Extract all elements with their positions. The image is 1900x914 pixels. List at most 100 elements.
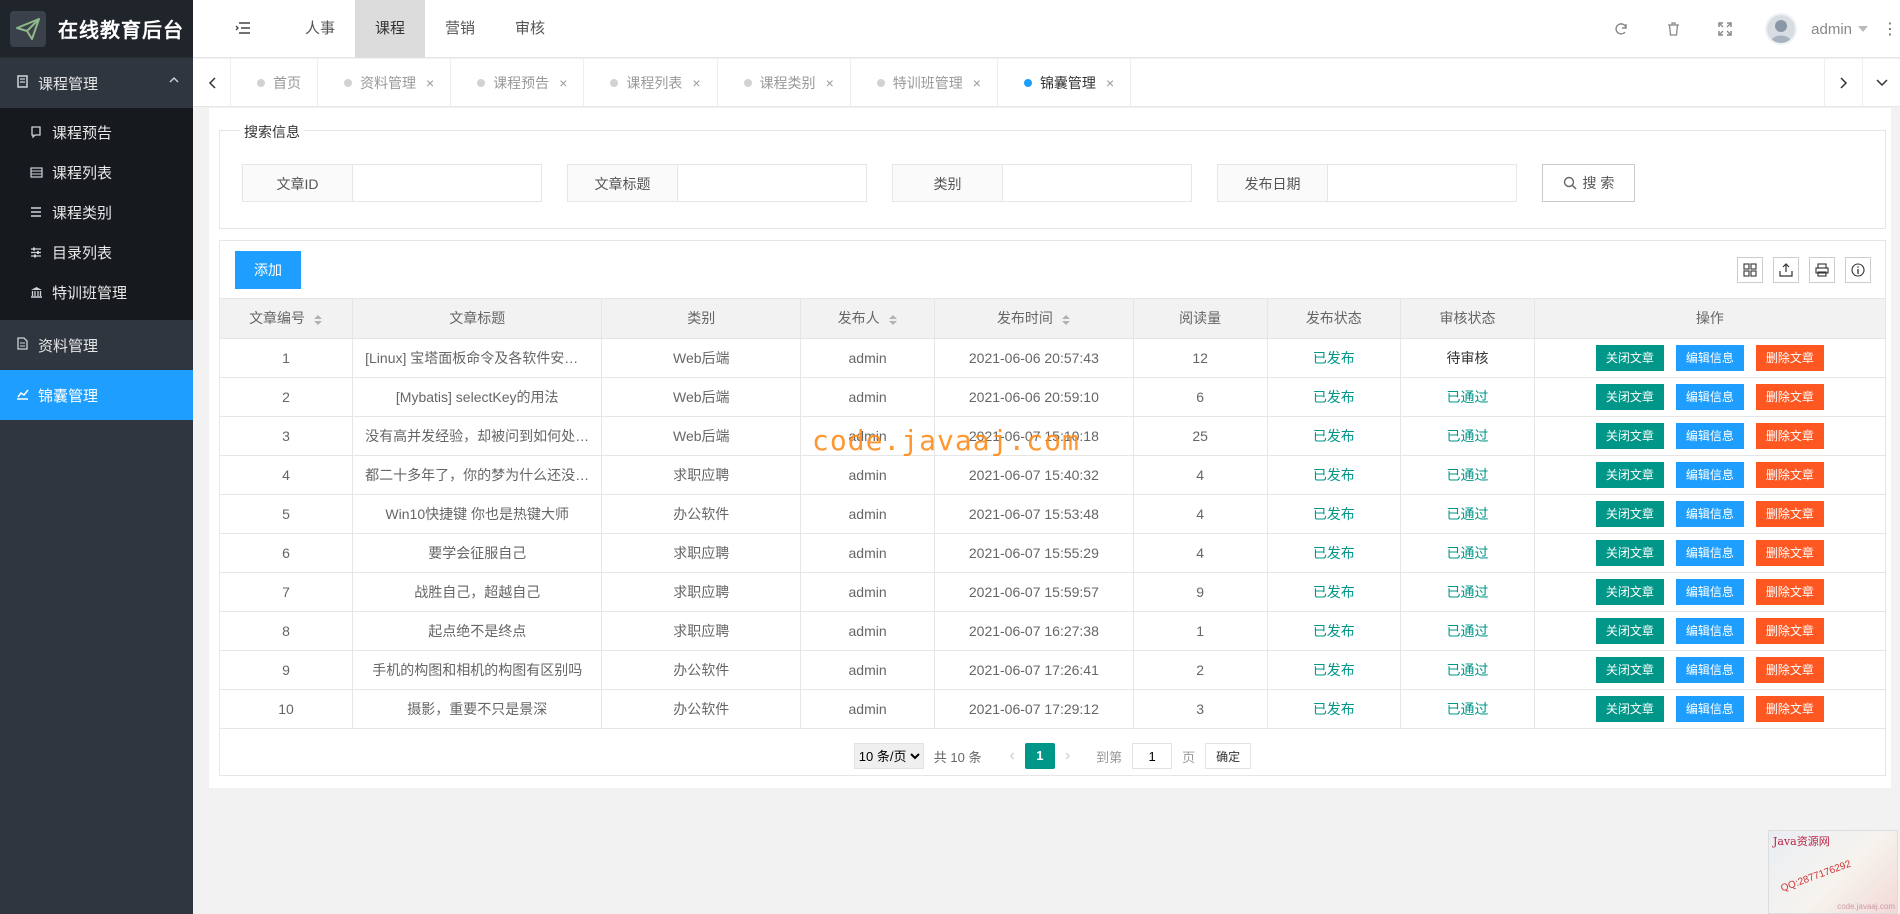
publish-date-input[interactable] <box>1327 164 1517 202</box>
sidebar-group-kit[interactable]: 锦囊管理 <box>0 370 193 420</box>
close-article-button[interactable]: 关闭文章 <box>1595 578 1664 605</box>
th-publisher[interactable]: 发布人 <box>800 299 935 339</box>
close-icon[interactable]: × <box>826 75 834 91</box>
sidebar-group-material[interactable]: 资料管理 <box>0 320 193 370</box>
table-row[interactable]: 2 [Mybatis] selectKey的用法 Web后端 admin 2021-06… <box>220 376 1885 417</box>
edit-info-button[interactable]: 编辑信息 <box>1675 383 1744 410</box>
table-row[interactable]: 8 起点绝不是终点 求职应聘 admin 2021-06-07 16:27:38 1 已发布… <box>220 610 1885 651</box>
search-button[interactable]: 搜 索 <box>1542 164 1635 202</box>
delete-article-button[interactable]: 删除文章 <box>1755 656 1824 683</box>
tabs-scroll-left-icon[interactable] <box>193 59 231 107</box>
close-icon[interactable]: × <box>692 75 700 91</box>
close-article-button[interactable]: 关闭文章 <box>1595 656 1664 683</box>
category-input[interactable] <box>1002 164 1192 202</box>
header-nav-marketing[interactable]: 营销 <box>425 0 495 58</box>
tab-course-list[interactable]: 课程列表 × <box>584 59 718 107</box>
fullscreen-icon[interactable] <box>1699 0 1751 58</box>
tab-kit[interactable]: 锦囊管理 × <box>998 59 1132 107</box>
close-article-button[interactable]: 关闭文章 <box>1595 344 1664 371</box>
refresh-icon[interactable] <box>1595 0 1647 58</box>
prev-page-icon[interactable]: ‹ <box>1009 747 1014 765</box>
table-row[interactable]: 6 要学会征服自己 求职应聘 admin 2021-06-07 15:55:29 4 已发布… <box>220 532 1885 573</box>
sort-icon[interactable] <box>1061 314 1071 326</box>
info-icon[interactable] <box>1845 257 1871 283</box>
article-id-input[interactable] <box>352 164 542 202</box>
goto-confirm-button[interactable]: 确定 <box>1205 743 1252 769</box>
sidebar-item-course-list[interactable]: 课程列表 <box>0 152 193 192</box>
close-icon[interactable]: × <box>426 75 434 91</box>
sidebar-group-course[interactable]: 课程管理 <box>0 58 193 108</box>
edit-info-button[interactable]: 编辑信息 <box>1675 695 1744 722</box>
edit-info-button[interactable]: 编辑信息 <box>1675 500 1744 527</box>
tab-course-preview[interactable]: 课程预告 × <box>451 59 585 107</box>
sidebar-item-training[interactable]: 特训班管理 <box>0 272 193 312</box>
user-name[interactable]: admin <box>1811 21 1852 38</box>
edit-info-button[interactable]: 编辑信息 <box>1675 539 1744 566</box>
close-article-button[interactable]: 关闭文章 <box>1595 461 1664 488</box>
close-icon[interactable]: × <box>559 75 567 91</box>
tabs-scroll-right-icon[interactable] <box>1824 59 1862 107</box>
table-row[interactable]: 5 Win10快捷键 你也是热键大师 办公软件 admin 2021-06-07 15:… <box>220 493 1885 534</box>
edit-info-button[interactable]: 编辑信息 <box>1675 422 1744 449</box>
export-icon[interactable] <box>1773 257 1799 283</box>
close-article-button[interactable]: 关闭文章 <box>1595 500 1664 527</box>
table-row[interactable]: 7 战胜自己，超越自己 求职应聘 admin 2021-06-07 15:59:57 9 已… <box>220 571 1885 612</box>
trash-icon[interactable] <box>1647 0 1699 58</box>
delete-article-button[interactable]: 删除文章 <box>1755 461 1824 488</box>
edit-info-button[interactable]: 编辑信息 <box>1675 461 1744 488</box>
next-page-icon[interactable]: › <box>1065 747 1070 765</box>
close-icon[interactable]: × <box>973 75 981 91</box>
edit-info-button[interactable]: 编辑信息 <box>1675 344 1744 371</box>
th-publish-time[interactable]: 发布时间 <box>933 299 1134 339</box>
close-article-button[interactable]: 关闭文章 <box>1595 383 1664 410</box>
table-row[interactable]: 9 手机的构图和相机的构图有区别吗 办公软件 admin 2021-06-07 17:2… <box>220 649 1885 690</box>
close-article-button[interactable]: 关闭文章 <box>1595 695 1664 722</box>
sort-icon[interactable] <box>888 314 898 326</box>
tab-home[interactable]: 首页 <box>231 59 318 107</box>
delete-article-button[interactable]: 删除文章 <box>1755 344 1824 371</box>
sidebar-item-catalog[interactable]: 目录列表 <box>0 232 193 272</box>
delete-article-button[interactable]: 删除文章 <box>1755 578 1824 605</box>
chevron-down-icon[interactable] <box>1858 26 1868 32</box>
edit-info-button[interactable]: 编辑信息 <box>1675 578 1744 605</box>
goto-page-input[interactable] <box>1132 743 1173 769</box>
close-icon[interactable]: × <box>1106 75 1114 91</box>
sidebar-item-course-category[interactable]: 课程类别 <box>0 192 193 232</box>
edit-info-button[interactable]: 编辑信息 <box>1675 617 1744 644</box>
columns-icon[interactable] <box>1737 257 1763 283</box>
table-row[interactable]: 1 [Linux] 宝塔面板命令及各软件安装路径 Web后端 admin 2021-06… <box>220 337 1885 378</box>
th-id[interactable]: 文章编号 <box>220 299 354 339</box>
table-row[interactable]: 10 摄影，重要不只是景深 办公软件 admin 2021-06-07 17:29:12… <box>220 688 1885 729</box>
sort-icon[interactable] <box>313 314 323 326</box>
close-article-button[interactable]: 关闭文章 <box>1595 539 1664 566</box>
add-button[interactable]: 添加 <box>235 251 301 289</box>
article-title-input[interactable] <box>677 164 867 202</box>
header-nav-hr[interactable]: 人事 <box>285 0 355 58</box>
header-nav-review[interactable]: 审核 <box>495 0 565 58</box>
tab-course-category[interactable]: 课程类别 × <box>718 59 851 107</box>
more-vertical-icon[interactable]: ⋮ <box>1882 19 1898 39</box>
corner-ad-image[interactable]: Java资源网 QQ:2877176292 code.javaaj.com <box>1768 830 1898 914</box>
table-row[interactable]: 4 都二十多年了，你的梦为什么还没有实现 求职应聘 admin 2021-06-07 1… <box>220 454 1885 495</box>
delete-article-button[interactable]: 删除文章 <box>1755 383 1824 410</box>
tabs-dropdown-icon[interactable] <box>1862 59 1900 107</box>
edit-info-button[interactable]: 编辑信息 <box>1675 656 1744 683</box>
tab-training[interactable]: 特训班管理 × <box>851 59 998 107</box>
header-nav-course[interactable]: 课程 <box>355 0 426 58</box>
print-icon[interactable] <box>1809 257 1835 283</box>
close-article-button[interactable]: 关闭文章 <box>1595 617 1664 644</box>
delete-article-button[interactable]: 删除文章 <box>1755 695 1824 722</box>
delete-article-button[interactable]: 删除文章 <box>1755 617 1824 644</box>
delete-article-button[interactable]: 删除文章 <box>1755 500 1824 527</box>
avatar[interactable] <box>1765 13 1798 45</box>
tab-dot <box>876 79 885 87</box>
page-size-select[interactable]: 10 条/页 <box>853 743 924 769</box>
delete-article-button[interactable]: 删除文章 <box>1755 422 1824 449</box>
current-page[interactable]: 1 <box>1024 743 1055 769</box>
tab-material[interactable]: 资料管理 × <box>318 59 452 107</box>
menu-toggle-icon[interactable] <box>235 20 251 36</box>
delete-article-button[interactable]: 删除文章 <box>1755 539 1824 566</box>
sidebar-item-label: 目录列表 <box>52 244 113 262</box>
sidebar-item-course-preview[interactable]: 课程预告 <box>0 112 193 152</box>
close-article-button[interactable]: 关闭文章 <box>1595 422 1664 449</box>
